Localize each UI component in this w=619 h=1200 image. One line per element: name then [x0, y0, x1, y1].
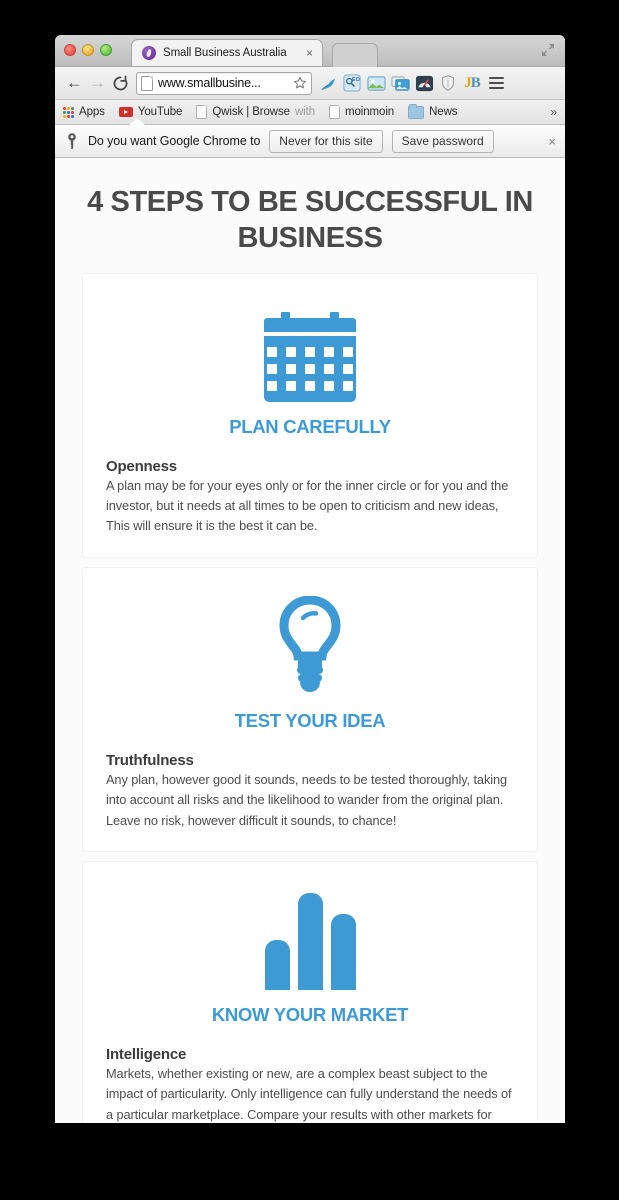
- forward-button[interactable]: →: [86, 72, 109, 95]
- browser-window: Small Business Australia × ← → www.small…: [55, 35, 565, 1123]
- step-icon-wrap: [95, 590, 525, 696]
- step-icon-wrap: [95, 296, 525, 402]
- step-body: Any plan, however good it sounds, needs …: [106, 771, 508, 828]
- infobar-pointer: [129, 118, 145, 125]
- shield-extension-icon[interactable]: [438, 73, 458, 93]
- document-icon: [196, 105, 208, 119]
- bookmark-moinmoin[interactable]: moinmoin: [329, 105, 394, 119]
- landscape-image-extension-icon[interactable]: [366, 73, 386, 93]
- feather-extension-icon[interactable]: [318, 73, 338, 93]
- chrome-menu-icon[interactable]: [486, 73, 506, 93]
- apps-grid-icon: [63, 106, 74, 118]
- tab-strip: Small Business Australia ×: [55, 35, 565, 67]
- bookmark-youtube[interactable]: YouTube: [118, 106, 183, 118]
- page-viewport: 4 STEPS TO BE SUCCESSFUL IN BUSINESS PLA…: [55, 158, 565, 1123]
- step-title: PLAN CAREFULLY: [229, 415, 391, 437]
- bookmark-apps[interactable]: Apps: [63, 106, 105, 118]
- page-document-icon: [141, 75, 153, 91]
- tab-title: Small Business Australia: [163, 47, 287, 59]
- extension-icons: EO J B: [318, 73, 506, 93]
- save-password-button[interactable]: Save password: [391, 129, 494, 153]
- bookmark-news-label: News: [429, 106, 458, 118]
- bookmarks-overflow-button[interactable]: »: [550, 105, 557, 119]
- step-subtitle: Truthfulness: [106, 751, 194, 769]
- jb-letter-b: B: [470, 74, 481, 91]
- step-title: KNOW YOUR MARKET: [211, 1003, 409, 1025]
- key-icon: [68, 133, 76, 150]
- reload-icon: [113, 75, 128, 90]
- close-window-button[interactable]: [64, 44, 76, 56]
- lightbulb-icon: [279, 595, 341, 692]
- site-favicon: [142, 46, 156, 60]
- back-button[interactable]: ←: [63, 72, 86, 95]
- folder-icon: [408, 103, 425, 119]
- bookmark-qwisk-label: Qwisk | Browse: [212, 106, 290, 118]
- bookmark-star-icon[interactable]: [293, 76, 307, 90]
- save-password-infobar: Do you want Google Chrome to Never for t…: [55, 118, 565, 158]
- youtube-icon: [118, 107, 133, 117]
- step-card-know-your-market: KNOW YOUR MARKET Intelligence Markets, w…: [82, 860, 538, 1123]
- tab-close-button[interactable]: ×: [306, 47, 313, 59]
- step-title: TEST YOUR IDEA: [234, 709, 386, 731]
- fullscreen-icon[interactable]: [541, 43, 555, 57]
- window-controls: [64, 44, 112, 56]
- step-card-plan-carefully: PLAN CAREFULLY Openness A plan may be fo…: [82, 272, 538, 558]
- never-for-this-site-button[interactable]: Never for this site: [269, 129, 383, 153]
- document-icon: [329, 105, 341, 119]
- bookmark-qwisk-label-overflow: with: [294, 106, 316, 118]
- minimize-window-button[interactable]: [82, 44, 94, 56]
- seo-badge-extension-icon[interactable]: EO: [342, 73, 362, 93]
- address-bar[interactable]: www.smallbusine...: [136, 71, 312, 95]
- bookmark-youtube-label: YouTube: [137, 106, 183, 118]
- step-subtitle: Openness: [106, 457, 177, 475]
- svg-text:EO: EO: [352, 77, 360, 83]
- infobar-close-button[interactable]: ×: [540, 134, 556, 149]
- bookmark-qwisk[interactable]: Qwisk | Browse with: [196, 105, 315, 119]
- step-icon-wrap: [95, 884, 525, 990]
- jb-extension-icon[interactable]: JB: [462, 73, 482, 93]
- step-body: Markets, whether existing or new, are a …: [106, 1065, 512, 1122]
- new-tab-button[interactable]: [332, 43, 378, 67]
- step-body: A plan may be for your eyes only or for …: [106, 477, 509, 534]
- url-text[interactable]: www.smallbusine...: [158, 76, 293, 90]
- browser-tab[interactable]: Small Business Australia ×: [131, 39, 323, 66]
- maximize-window-button[interactable]: [100, 44, 112, 56]
- infobar-message: Do you want Google Chrome to: [88, 134, 261, 148]
- page-title: 4 STEPS TO BE SUCCESSFUL IN BUSINESS: [87, 186, 533, 255]
- calendar-icon: [264, 311, 356, 402]
- step-subtitle: Intelligence: [106, 1045, 187, 1063]
- bookmark-moinmoin-label: moinmoin: [345, 106, 395, 118]
- browser-toolbar: ← → www.smallbusine... EO J B: [55, 67, 565, 100]
- bookmark-news-folder[interactable]: News: [408, 103, 458, 119]
- photo-stack-extension-icon[interactable]: [390, 73, 410, 93]
- reload-button[interactable]: [109, 72, 132, 95]
- bookmark-apps-label: Apps: [79, 106, 105, 118]
- step-card-test-your-idea: TEST YOUR IDEA Truthfulness Any plan, ho…: [82, 566, 538, 852]
- speedometer-extension-icon[interactable]: [414, 73, 434, 93]
- bar-chart-icon: [264, 890, 356, 990]
